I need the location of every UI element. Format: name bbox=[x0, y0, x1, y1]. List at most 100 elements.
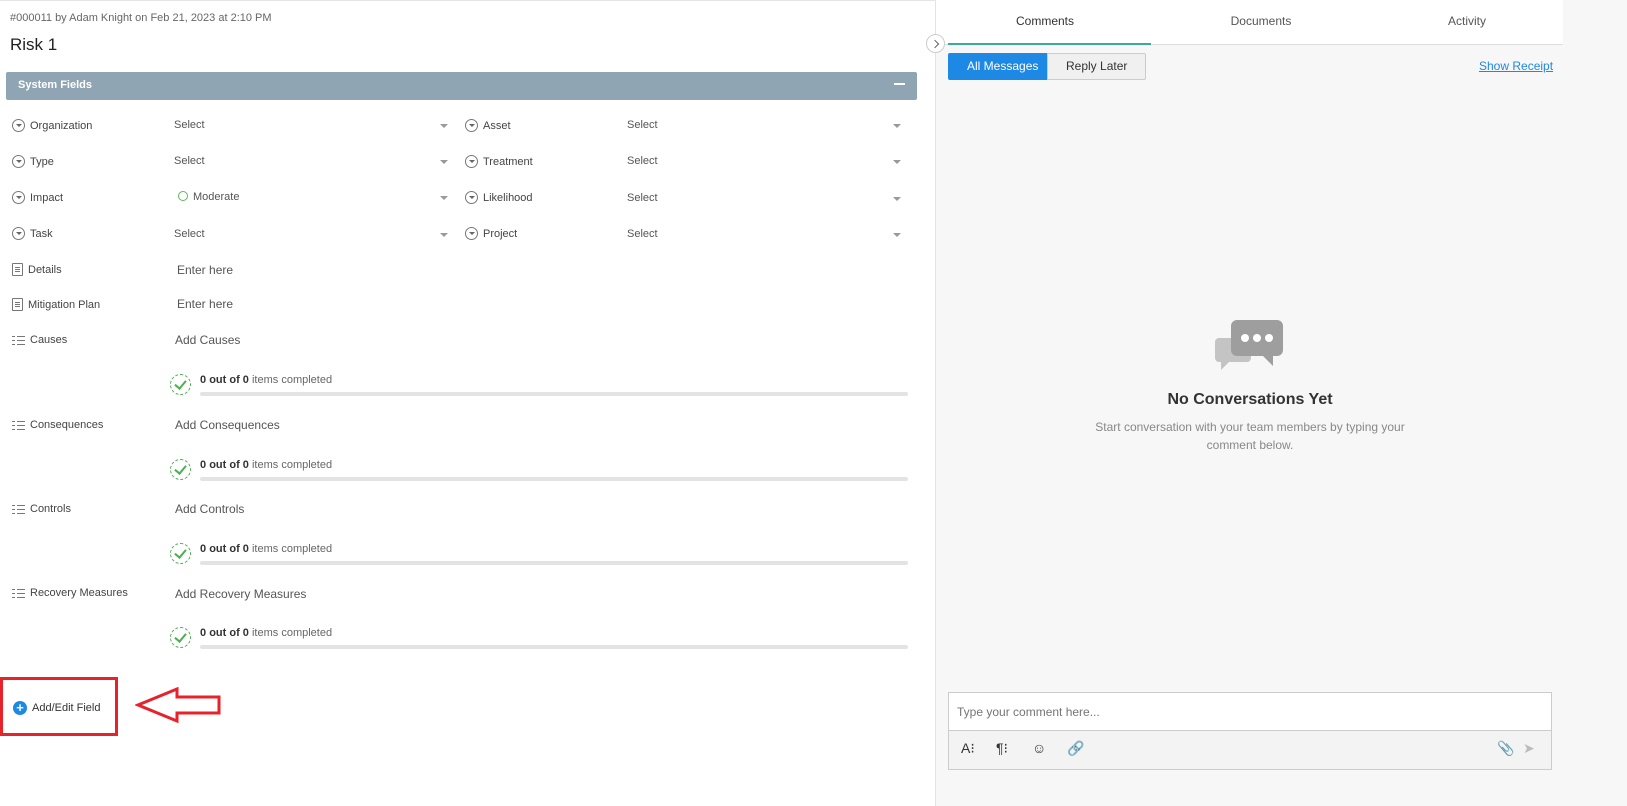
progress-separator: out of bbox=[209, 627, 240, 639]
system-fields-header[interactable]: System Fields bbox=[6, 72, 917, 100]
check-circle-icon bbox=[170, 543, 191, 564]
caret-down-icon bbox=[893, 233, 901, 237]
send-icon[interactable]: ➤ bbox=[1523, 740, 1535, 757]
dropdown-circle-icon bbox=[12, 227, 25, 240]
completed-count: 0 bbox=[200, 374, 207, 386]
comment-composer: A⁝ ¶⁝ ☺ 🔗 📎 ➤ bbox=[948, 692, 1552, 770]
task-field-label: Task bbox=[12, 227, 53, 240]
recovery-measures-field-label: Recovery Measures bbox=[12, 587, 128, 599]
consequences-field-label: Consequences bbox=[12, 419, 103, 431]
total-count: 0 bbox=[242, 627, 249, 639]
consequences-progress: 0 out of 0 items completed bbox=[170, 459, 908, 481]
document-icon bbox=[12, 263, 23, 276]
add-consequences-link[interactable]: Add Consequences bbox=[175, 418, 280, 432]
record-panel: #000011 by Adam Knight on Feb 21, 2023 a… bbox=[0, 0, 935, 806]
task-select[interactable]: Select bbox=[174, 226, 448, 244]
check-circle-icon bbox=[170, 459, 191, 480]
asset-select[interactable]: Select bbox=[627, 117, 901, 135]
link-icon[interactable]: 🔗 bbox=[1067, 740, 1084, 757]
organization-field-label: Organization bbox=[12, 119, 92, 132]
causes-field-label: Causes bbox=[12, 334, 67, 346]
attachment-icon[interactable]: 📎 bbox=[1497, 740, 1514, 757]
asset-field-label: Asset bbox=[465, 119, 511, 132]
caret-down-icon bbox=[893, 197, 901, 201]
completed-count: 0 bbox=[200, 543, 207, 555]
impact-value: Moderate bbox=[193, 191, 240, 203]
red-arrow-annotation-icon bbox=[135, 687, 221, 723]
caret-down-icon bbox=[440, 196, 448, 200]
add-causes-link[interactable]: Add Causes bbox=[175, 333, 240, 347]
likelihood-field-label: Likelihood bbox=[465, 191, 533, 204]
dropdown-circle-icon bbox=[465, 191, 478, 204]
check-circle-icon bbox=[170, 627, 191, 648]
dropdown-circle-icon bbox=[12, 191, 25, 204]
dropdown-circle-icon bbox=[12, 119, 25, 132]
add-recovery-measures-link[interactable]: Add Recovery Measures bbox=[175, 587, 306, 601]
organization-select[interactable]: Select bbox=[174, 117, 448, 135]
progress-separator: out of bbox=[209, 374, 240, 386]
dropdown-circle-icon bbox=[12, 155, 25, 168]
checklist-icon bbox=[12, 420, 25, 431]
panel-tabs: Comments Documents Activity bbox=[936, 0, 1563, 45]
dropdown-circle-icon bbox=[465, 227, 478, 240]
impact-select[interactable]: Moderate bbox=[178, 189, 448, 207]
progress-separator: out of bbox=[209, 543, 240, 555]
empty-state: No Conversations Yet Start conversation … bbox=[1090, 318, 1410, 454]
emoji-icon[interactable]: ☺ bbox=[1032, 740, 1046, 756]
collapse-icon[interactable] bbox=[894, 83, 905, 85]
progress-label: items completed bbox=[251, 543, 333, 555]
progress-label: items completed bbox=[251, 374, 333, 386]
add-controls-link[interactable]: Add Controls bbox=[175, 502, 244, 516]
treatment-select[interactable]: Select bbox=[627, 153, 901, 171]
tab-activity[interactable]: Activity bbox=[1364, 14, 1570, 28]
progress-label: items completed bbox=[251, 459, 333, 471]
progress-bar bbox=[200, 477, 908, 481]
causes-progress: 0 out of 0 items completed bbox=[170, 374, 908, 396]
checklist-icon bbox=[12, 588, 25, 599]
show-receipt-link[interactable]: Show Receipt bbox=[1479, 59, 1553, 73]
reply-later-filter[interactable]: Reply Later bbox=[1047, 53, 1147, 80]
project-field-label: Project bbox=[465, 227, 517, 240]
caret-down-icon bbox=[893, 124, 901, 128]
comment-input[interactable] bbox=[949, 693, 1551, 731]
total-count: 0 bbox=[242, 459, 249, 471]
collapse-panel-button[interactable] bbox=[926, 34, 945, 53]
add-edit-field-label: Add/Edit Field bbox=[32, 702, 101, 714]
completed-count: 0 bbox=[200, 627, 207, 639]
progress-bar bbox=[200, 392, 908, 396]
type-select[interactable]: Select bbox=[174, 153, 448, 171]
details-field-label: Details bbox=[12, 263, 62, 276]
check-circle-icon bbox=[170, 374, 191, 395]
caret-down-icon bbox=[440, 233, 448, 237]
progress-bar bbox=[200, 561, 908, 565]
mitigation-plan-field-label: Mitigation Plan bbox=[12, 298, 100, 311]
all-messages-filter[interactable]: All Messages bbox=[948, 53, 1058, 80]
likelihood-select[interactable]: Select bbox=[627, 190, 901, 208]
dropdown-circle-icon bbox=[465, 155, 478, 168]
composer-toolbar: A⁝ ¶⁝ ☺ 🔗 📎 ➤ bbox=[949, 731, 1551, 769]
controls-field-label: Controls bbox=[12, 503, 71, 515]
progress-label: items completed bbox=[251, 627, 333, 639]
type-field-label: Type bbox=[12, 155, 54, 168]
empty-state-text: Start conversation with your team member… bbox=[1095, 420, 1405, 452]
total-count: 0 bbox=[242, 543, 249, 555]
paragraph-icon[interactable]: ¶⁝ bbox=[996, 740, 1008, 757]
details-input[interactable]: Enter here bbox=[177, 263, 233, 277]
tab-documents[interactable]: Documents bbox=[1158, 14, 1364, 28]
add-edit-field-button[interactable]: + Add/Edit Field bbox=[0, 677, 118, 736]
recovery-measures-progress: 0 out of 0 items completed bbox=[170, 627, 908, 649]
section-title: System Fields bbox=[18, 79, 92, 91]
total-count: 0 bbox=[242, 374, 249, 386]
document-icon bbox=[12, 298, 23, 311]
record-meta: #000011 by Adam Knight on Feb 21, 2023 a… bbox=[10, 12, 272, 24]
tab-comments[interactable]: Comments bbox=[942, 14, 1148, 28]
progress-separator: out of bbox=[209, 459, 240, 471]
treatment-field-label: Treatment bbox=[465, 155, 533, 168]
mitigation-plan-input[interactable]: Enter here bbox=[177, 297, 233, 311]
page-title[interactable]: Risk 1 bbox=[10, 35, 57, 55]
text-format-icon[interactable]: A⁝ bbox=[961, 740, 975, 757]
project-select[interactable]: Select bbox=[627, 226, 901, 244]
status-circle-icon bbox=[178, 191, 188, 201]
caret-down-icon bbox=[440, 124, 448, 128]
caret-down-icon bbox=[893, 160, 901, 164]
